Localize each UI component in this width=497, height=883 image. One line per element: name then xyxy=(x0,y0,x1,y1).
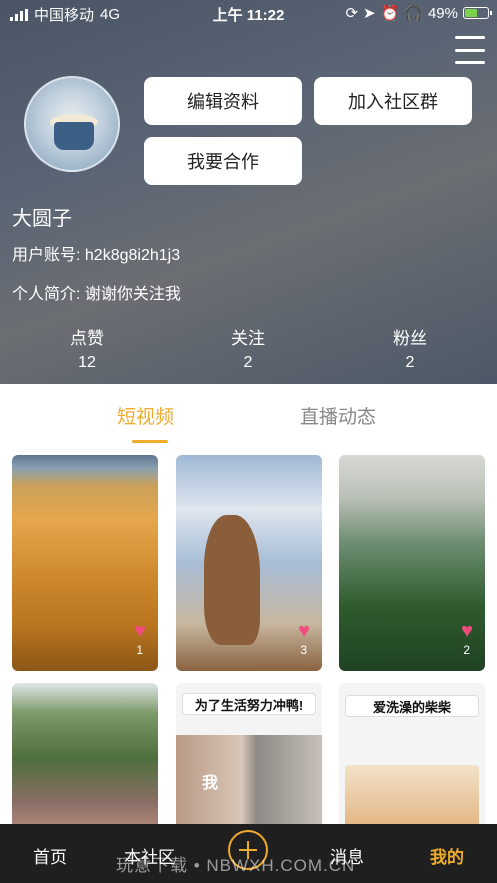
headphones-icon: 🎧 xyxy=(404,5,423,22)
like-count: 1 xyxy=(136,643,143,657)
account-id: 用户账号: h2k8g8i2h1j3 xyxy=(12,247,181,264)
stat-following[interactable]: 关注 2 xyxy=(188,324,308,372)
stat-value: 12 xyxy=(78,354,96,371)
menu-icon-bar xyxy=(455,61,485,64)
heart-icon: ♥ xyxy=(134,620,146,642)
tab-indicator xyxy=(132,440,168,443)
tab-live-feed[interactable]: 直播动态 xyxy=(300,402,376,429)
video-card[interactable] xyxy=(12,683,158,833)
battery-percent: 49% xyxy=(427,4,458,22)
video-overlay-text: 我 xyxy=(202,775,219,792)
heart-icon: ♥ xyxy=(298,620,310,642)
stat-value: 2 xyxy=(243,354,253,371)
video-card[interactable]: 爱洗澡的柴柴 xyxy=(339,683,485,833)
stat-label: 点赞 xyxy=(70,329,104,348)
like-count: 3 xyxy=(300,643,307,657)
bio: 个人简介: 谢谢你关注我 xyxy=(12,286,181,303)
video-card[interactable]: ♥ 3 xyxy=(176,455,322,671)
stat-label: 关注 xyxy=(231,329,265,348)
status-bar: 中国移动 4G 上午 11:22 ⟳ ➤ ⏰ 🎧 49% xyxy=(0,0,497,26)
watermark: 玩意下载 • NBWXH.COM.CN xyxy=(116,856,356,875)
menu-button[interactable] xyxy=(453,34,487,66)
video-caption: 为了生活努力冲鸭! xyxy=(182,693,316,715)
menu-icon-bar xyxy=(455,48,485,52)
battery-icon xyxy=(463,7,492,19)
heart-icon: ♥ xyxy=(461,620,473,642)
alarm-icon: ⏰ xyxy=(380,5,400,22)
avatar[interactable] xyxy=(24,76,120,172)
video-caption: 爱洗澡的柴柴 xyxy=(345,695,479,717)
nav-home[interactable]: 首页 xyxy=(33,843,67,868)
profile-header: 中国移动 4G 上午 11:22 ⟳ ➤ ⏰ 🎧 49% 编辑资料 加入社区群 … xyxy=(0,0,497,384)
edit-profile-button[interactable]: 编辑资料 xyxy=(144,77,302,125)
location-icon: ➤ xyxy=(363,5,376,22)
video-card[interactable]: ♥ 2 xyxy=(339,455,485,671)
cooperate-button[interactable]: 我要合作 xyxy=(144,137,302,185)
stat-likes[interactable]: 点赞 12 xyxy=(27,324,147,372)
content-tabs: 短视频 直播动态 xyxy=(0,384,497,444)
video-thumbnail xyxy=(176,735,322,833)
join-group-button[interactable]: 加入社区群 xyxy=(314,77,472,125)
stat-followers[interactable]: 粉丝 2 xyxy=(350,324,470,372)
stat-label: 粉丝 xyxy=(393,329,427,348)
menu-icon xyxy=(455,36,485,39)
like-count: 2 xyxy=(463,643,470,657)
video-thumbnail xyxy=(345,765,479,833)
nav-mine[interactable]: 我的 xyxy=(430,843,464,868)
video-card[interactable]: ♥ 1 xyxy=(12,455,158,671)
stat-value: 2 xyxy=(405,354,415,371)
lock-rotation-icon: ⟳ xyxy=(345,5,359,22)
avatar-cup xyxy=(54,122,94,150)
rock-image xyxy=(204,515,260,645)
video-card[interactable]: 为了生活努力冲鸭! 我 xyxy=(176,683,322,833)
username: 大圆子 xyxy=(12,208,72,230)
tab-short-videos[interactable]: 短视频 xyxy=(117,402,174,429)
